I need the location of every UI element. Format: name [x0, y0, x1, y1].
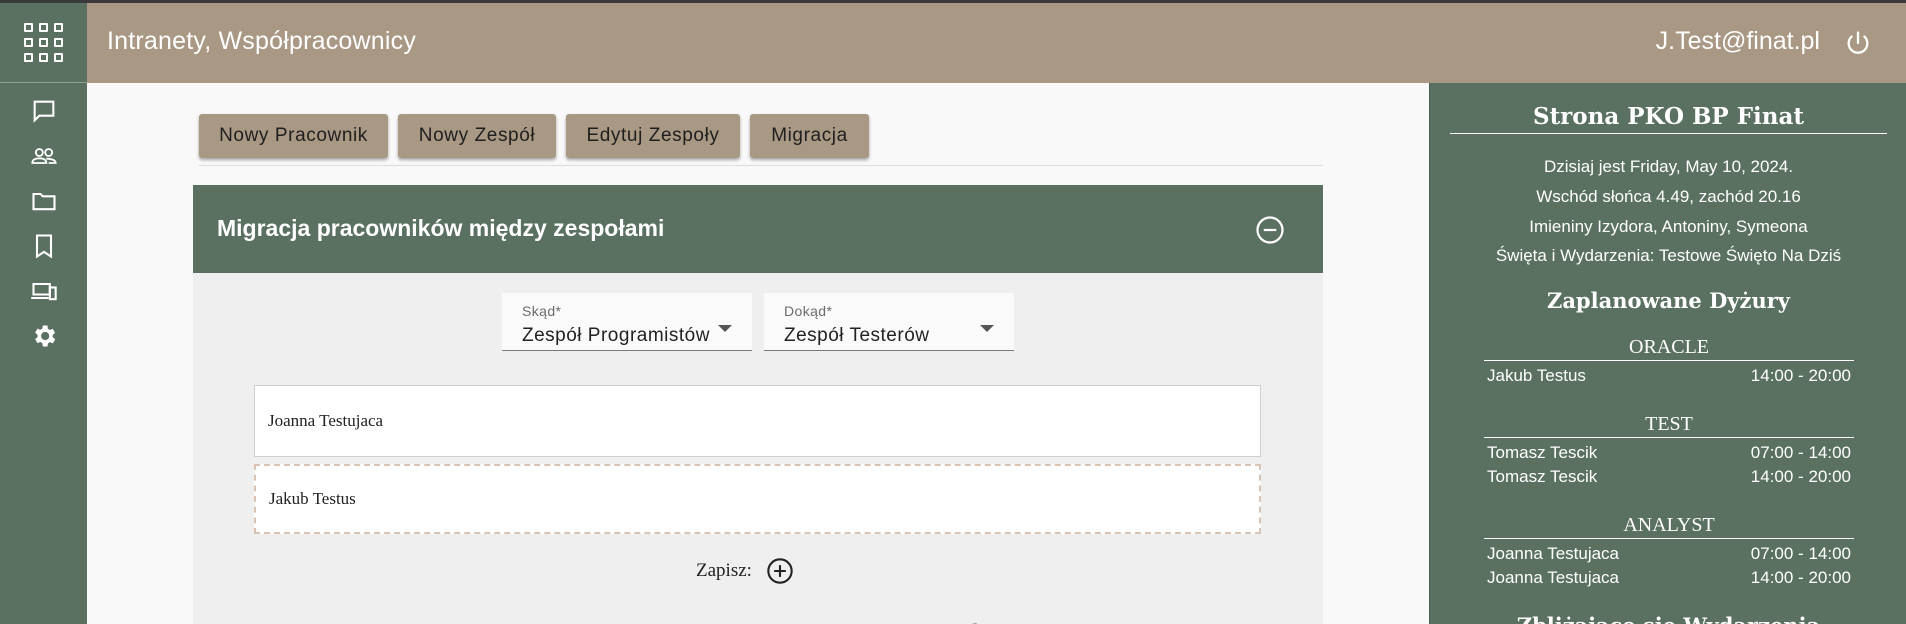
events-info: Święta i Wydarzenia: Testowe Święto Na D… [1495, 246, 1842, 265]
duty-person: Joanna Testujaca [1487, 544, 1620, 563]
main-content: Nowy Pracownik Nowy Zespół Edytuj Zespoł… [87, 83, 1429, 624]
to-team-label: Dokąd* [784, 303, 833, 319]
duty-row: Joanna Testujaca 14:00 - 20:00 [1484, 566, 1854, 590]
nameday-info: Imieniny Izydora, Antoniny, Symeona [1529, 217, 1808, 236]
bookmark-icon [35, 233, 52, 258]
duty-person: Joanna Testujaca [1487, 568, 1620, 587]
action-toolbar: Nowy Pracownik Nowy Zespół Edytuj Zespoł… [199, 114, 1323, 166]
rail-item-chat[interactable] [0, 88, 87, 133]
gear-icon [34, 325, 55, 346]
rail-item-people[interactable] [0, 133, 87, 178]
duty-row: Tomasz Tescik 07:00 - 14:00 [1484, 441, 1854, 465]
info-sidebar: Strona PKO BP Finat Dzisiaj jest Friday,… [1429, 83, 1906, 624]
to-team-select[interactable]: Dokąd* Zespół Testerów [764, 293, 1014, 351]
user-email[interactable]: J.Test@finat.pl [1656, 27, 1820, 56]
folder-icon [31, 192, 56, 210]
new-team-button[interactable]: Nowy Zespół [398, 114, 556, 158]
duty-group-name: ORACLE [1484, 336, 1854, 361]
panel-title: Migracja pracowników między zespołami [217, 215, 665, 241]
duty-row: Joanna Testujaca 07:00 - 14:00 [1484, 542, 1854, 566]
chevron-down-icon [980, 325, 994, 332]
partial-circle-icon[interactable] [961, 615, 989, 624]
devices-icon [30, 282, 57, 300]
rail-item-settings[interactable] [0, 313, 87, 358]
duty-person: Tomasz Tescik [1487, 443, 1598, 462]
power-icon[interactable] [1844, 29, 1872, 57]
edit-teams-button[interactable]: Edytuj Zespoły [566, 114, 740, 158]
duty-time: 07:00 - 14:00 [1750, 544, 1851, 563]
from-team-select[interactable]: Skąd* Zespół Programistów [502, 293, 752, 351]
employee-list-item-dragging[interactable]: Jakub Testus [254, 464, 1261, 534]
duty-row: Tomasz Tescik 14:00 - 20:00 [1484, 465, 1854, 489]
duty-person: Jakub Testus [1487, 366, 1586, 385]
from-team-label: Skąd* [522, 303, 562, 319]
migration-button[interactable]: Migracja [750, 114, 869, 158]
migration-panel: Migracja pracowników między zespołami Sk… [193, 185, 1323, 624]
add-circle-icon[interactable] [766, 557, 794, 585]
sidebar-title: Strona PKO BP Finat [1450, 103, 1887, 134]
apps-grid-icon [24, 23, 63, 62]
duty-group-oracle: ORACLE Jakub Testus 14:00 - 20:00 [1484, 336, 1854, 388]
rail-nav [0, 88, 87, 358]
chevron-down-icon [718, 325, 732, 332]
top-header: Intranety, Współpracownicy J.Test@finat.… [87, 3, 1906, 83]
date-info: Dzisiaj jest Friday, May 10, 2024. [1543, 157, 1794, 176]
duty-group-name: TEST [1484, 413, 1854, 438]
duty-time: 07:00 - 14:00 [1750, 443, 1851, 462]
duty-person: Tomasz Tescik [1487, 467, 1598, 486]
employee-list-item[interactable]: Joanna Testujaca [254, 385, 1261, 457]
duty-time: 14:00 - 20:00 [1750, 568, 1851, 587]
duty-time: 14:00 - 20:00 [1750, 366, 1851, 385]
sun-info: Wschód słońca 4.49, zachód 20.16 [1536, 187, 1801, 206]
apps-menu-button[interactable] [0, 3, 87, 83]
chat-icon [33, 100, 54, 123]
left-nav-rail [0, 3, 87, 624]
duty-group-analyst: ANALYST Joanna Testujaca 07:00 - 14:00 J… [1484, 514, 1854, 590]
rail-item-folder[interactable] [0, 178, 87, 223]
duty-time: 14:00 - 20:00 [1750, 467, 1851, 486]
from-team-value: Zespół Programistów [522, 325, 710, 346]
upcoming-events-title: Zbliżające się Wydarzenia [1450, 613, 1887, 624]
panel-header: Migracja pracowników między zespołami [193, 185, 1323, 273]
new-employee-button[interactable]: Nowy Pracownik [199, 114, 388, 158]
rail-item-devices[interactable] [0, 268, 87, 313]
rail-item-bookmark[interactable] [0, 223, 87, 268]
collapse-icon[interactable] [1255, 215, 1285, 245]
save-row: Zapisz: [696, 556, 794, 586]
people-icon [30, 147, 57, 164]
to-team-value: Zespół Testerów [784, 325, 930, 346]
duty-group-name: ANALYST [1484, 514, 1854, 539]
page-title: Intranety, Współpracownicy [107, 27, 417, 55]
duty-row: Jakub Testus 14:00 - 20:00 [1484, 364, 1854, 388]
save-label: Zapisz: [696, 560, 752, 581]
duty-group-test: TEST Tomasz Tescik 07:00 - 14:00 Tomasz … [1484, 413, 1854, 489]
duty-title: Zaplanowane Dyżury [1547, 288, 1790, 313]
